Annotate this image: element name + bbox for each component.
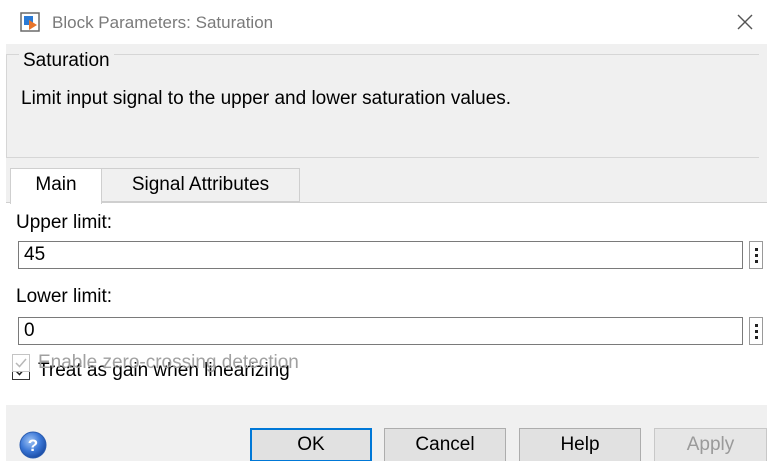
dialog-body: Saturation Limit input signal to the upp… — [6, 44, 767, 461]
zero-crossing-label: Enable zero-crossing detection — [38, 352, 299, 373]
cancel-button[interactable]: Cancel — [384, 428, 506, 461]
tab-signal-attributes[interactable]: Signal Attributes — [102, 168, 300, 202]
zero-crossing-checkbox — [12, 354, 30, 372]
lower-limit-label: Lower limit: — [16, 286, 113, 307]
ok-button[interactable]: OK — [250, 428, 372, 461]
description-group: Saturation Limit input signal to the upp… — [6, 50, 759, 158]
group-title: Saturation — [19, 50, 114, 72]
title-bar: Block Parameters: Saturation — [0, 0, 767, 44]
lower-limit-input[interactable] — [18, 317, 743, 345]
help-question-icon[interactable]: ? — [18, 430, 48, 460]
simulink-block-icon — [20, 12, 40, 32]
window-title: Block Parameters: Saturation — [52, 13, 274, 32]
vertical-ellipsis-icon — [755, 248, 758, 263]
upper-limit-more-button[interactable] — [749, 241, 763, 269]
svg-text:?: ? — [28, 436, 38, 455]
vertical-ellipsis-icon — [755, 324, 758, 339]
upper-limit-label: Upper limit: — [16, 212, 113, 233]
zero-crossing-row: Enable zero-crossing detection — [12, 351, 299, 375]
help-button[interactable]: Help — [519, 428, 641, 461]
lower-limit-more-button[interactable] — [749, 317, 763, 345]
block-description: Limit input signal to the upper and lowe… — [21, 88, 512, 109]
close-icon[interactable] — [733, 10, 757, 34]
tab-main[interactable]: Main — [10, 168, 102, 204]
block-parameters-dialog: Block Parameters: Saturation Saturation … — [0, 0, 767, 461]
checkmark-icon — [15, 358, 27, 368]
upper-limit-input[interactable] — [18, 241, 743, 269]
apply-button[interactable]: Apply — [654, 428, 767, 461]
